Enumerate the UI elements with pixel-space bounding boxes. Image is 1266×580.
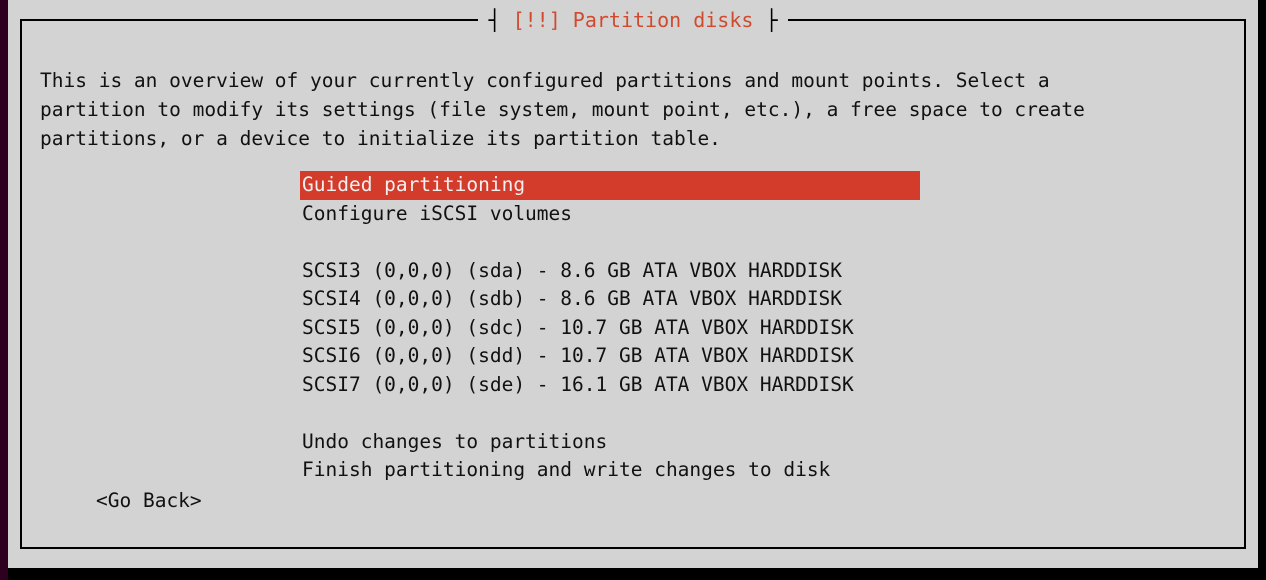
menu-item-finish-partitioning[interactable]: Finish partitioning and write changes to…	[300, 456, 920, 485]
description-line: partitions, or a device to initialize it…	[40, 127, 721, 150]
menu-item-configure-iscsi[interactable]: Configure iSCSI volumes	[300, 200, 920, 229]
partition-menu: Guided partitioning Configure iSCSI volu…	[300, 171, 920, 485]
dialog-title-text: [!!] Partition disks	[512, 8, 754, 32]
menu-item-disk-sdd[interactable]: SCSI6 (0,0,0) (sdd) - 10.7 GB ATA VBOX H…	[300, 342, 920, 371]
menu-item-disk-sdb[interactable]: SCSI4 (0,0,0) (sdb) - 8.6 GB ATA VBOX HA…	[300, 285, 920, 314]
menu-item-disk-sdc[interactable]: SCSI5 (0,0,0) (sdc) - 10.7 GB ATA VBOX H…	[300, 314, 920, 343]
menu-item-undo-changes[interactable]: Undo changes to partitions	[300, 428, 920, 457]
menu-item-disk-sda[interactable]: SCSI3 (0,0,0) (sda) - 8.6 GB ATA VBOX HA…	[300, 257, 920, 286]
menu-spacer	[300, 228, 920, 257]
partition-dialog: ┤ [!!] Partition disks ├ This is an over…	[8, 0, 1258, 568]
menu-spacer	[300, 399, 920, 428]
dialog-description: This is an overview of your currently co…	[40, 66, 1240, 153]
menu-item-disk-sde[interactable]: SCSI7 (0,0,0) (sde) - 16.1 GB ATA VBOX H…	[300, 371, 920, 400]
go-back-button[interactable]: <Go Back>	[96, 487, 202, 515]
description-line: partition to modify its settings (file s…	[40, 98, 1085, 121]
title-right-bracket: ├	[753, 8, 778, 32]
description-line: This is an overview of your currently co…	[40, 69, 1050, 92]
title-left-bracket: ┤	[488, 8, 513, 32]
dialog-title: ┤ [!!] Partition disks ├	[478, 6, 788, 34]
menu-item-guided-partitioning[interactable]: Guided partitioning	[300, 171, 920, 200]
